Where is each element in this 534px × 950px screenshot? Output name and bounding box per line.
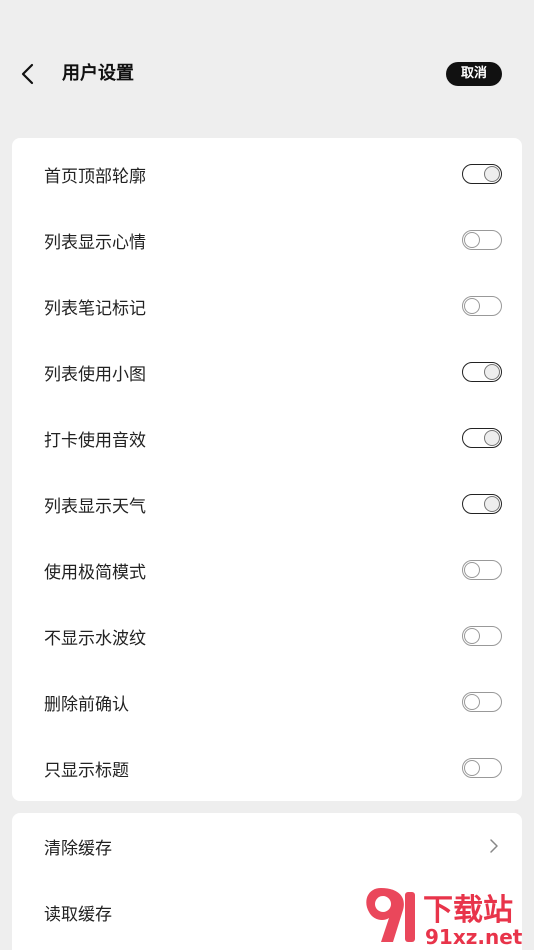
setting-row-show-mood: 列表显示心情 — [12, 207, 522, 273]
toggle-switch[interactable] — [462, 758, 502, 778]
setting-label: 列表笔记标记 — [44, 298, 146, 319]
clear-cache-label: 清除缓存 — [44, 838, 112, 859]
toggle-knob — [464, 628, 480, 644]
toggle-switch[interactable] — [462, 230, 502, 250]
setting-row-title-only: 只显示标题 — [12, 735, 522, 801]
setting-row-home-outline: 首页顶部轮廓 — [12, 141, 522, 207]
cache-settings-card: 清除缓存 读取缓存 — [12, 813, 522, 950]
toggle-switch[interactable] — [462, 494, 502, 514]
toggle-switch[interactable] — [462, 560, 502, 580]
clear-cache-row[interactable]: 清除缓存 — [12, 813, 522, 879]
read-cache-row[interactable]: 读取缓存 — [12, 879, 522, 945]
toggle-knob — [464, 694, 480, 710]
setting-row-confirm-delete: 删除前确认 — [12, 669, 522, 735]
setting-row-no-ripple: 不显示水波纹 — [12, 603, 522, 669]
setting-label: 使用极简模式 — [44, 562, 146, 583]
toggle-knob — [484, 430, 500, 446]
setting-row-small-image: 列表使用小图 — [12, 339, 522, 405]
cancel-button[interactable]: 取消 — [446, 62, 502, 86]
page-title: 用户设置 — [62, 63, 134, 84]
setting-row-show-weather: 列表显示天气 — [12, 471, 522, 537]
setting-label: 首页顶部轮廓 — [44, 166, 146, 187]
toggle-knob — [464, 232, 480, 248]
settings-page: 用户设置 取消 首页顶部轮廓 列表显示心情 列表笔记标记 列表使用小图 打卡使用… — [0, 0, 534, 950]
toggle-knob — [484, 364, 500, 380]
setting-label: 列表使用小图 — [44, 364, 146, 385]
setting-label: 列表显示心情 — [44, 232, 146, 253]
setting-row-minimal-mode: 使用极简模式 — [12, 537, 522, 603]
toggle-knob — [464, 298, 480, 314]
setting-label: 打卡使用音效 — [44, 430, 146, 451]
toggle-knob — [484, 166, 500, 182]
setting-row-checkin-sound: 打卡使用音效 — [12, 405, 522, 471]
read-cache-label: 读取缓存 — [44, 904, 112, 925]
toggle-switch[interactable] — [462, 362, 502, 382]
toggle-switch[interactable] — [462, 626, 502, 646]
toggle-settings-card: 首页顶部轮廓 列表显示心情 列表笔记标记 列表使用小图 打卡使用音效 列表显示天… — [12, 138, 522, 801]
chevron-left-icon — [21, 63, 34, 85]
setting-row-note-mark: 列表笔记标记 — [12, 273, 522, 339]
toggle-switch[interactable] — [462, 428, 502, 448]
header: 用户设置 取消 — [0, 48, 534, 100]
setting-label: 删除前确认 — [44, 694, 129, 715]
setting-label: 只显示标题 — [44, 760, 129, 781]
toggle-knob — [484, 496, 500, 512]
chevron-right-icon — [486, 838, 502, 854]
toggle-knob — [464, 562, 480, 578]
setting-label: 不显示水波纹 — [44, 628, 146, 649]
toggle-knob — [464, 760, 480, 776]
toggle-switch[interactable] — [462, 296, 502, 316]
toggle-switch[interactable] — [462, 692, 502, 712]
toggle-switch[interactable] — [462, 164, 502, 184]
setting-label: 列表显示天气 — [44, 496, 146, 517]
back-button[interactable] — [14, 60, 42, 88]
